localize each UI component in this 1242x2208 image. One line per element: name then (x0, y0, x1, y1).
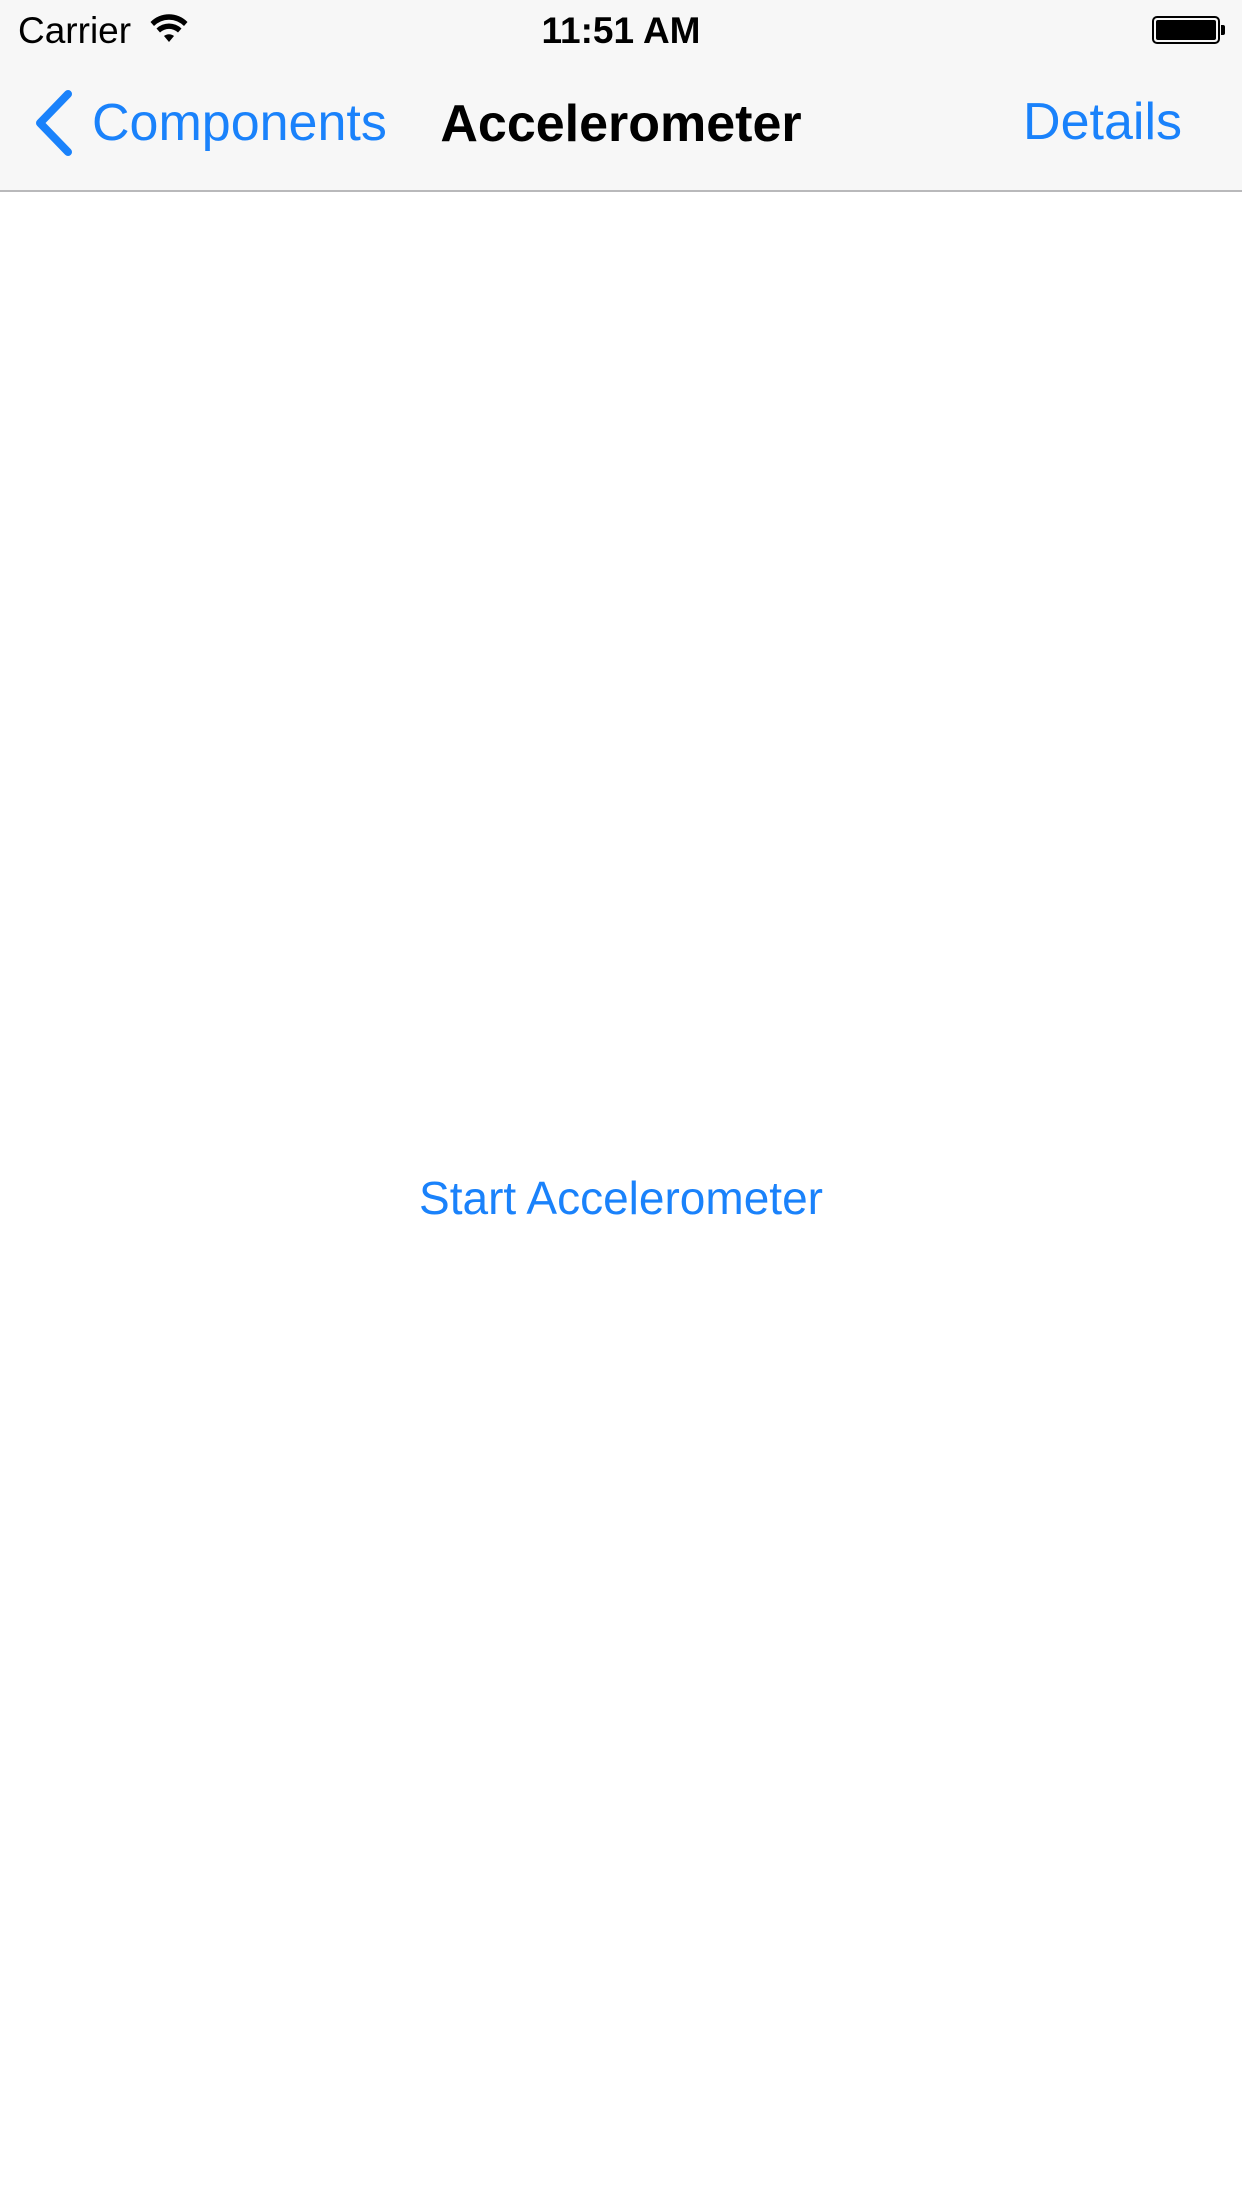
start-accelerometer-button[interactable]: Start Accelerometer (419, 1170, 823, 1226)
status-bar: Carrier 11:51 AM (0, 0, 1242, 60)
battery-tip (1221, 25, 1225, 35)
app-screen: Carrier 11:51 AM Components Acceleromete… (0, 0, 1242, 2208)
battery-level-fill (1156, 20, 1216, 40)
battery-full-icon (1152, 16, 1220, 44)
navigation-bar: Components Accelerometer Details (0, 60, 1242, 190)
start-accelerometer-button-container: Start Accelerometer (0, 1170, 1242, 1226)
details-button[interactable]: Details (1023, 92, 1182, 152)
top-bar-background: Carrier 11:51 AM Components Acceleromete… (0, 0, 1242, 192)
page-title: Accelerometer (440, 95, 802, 153)
status-time: 11:51 AM (541, 10, 701, 51)
